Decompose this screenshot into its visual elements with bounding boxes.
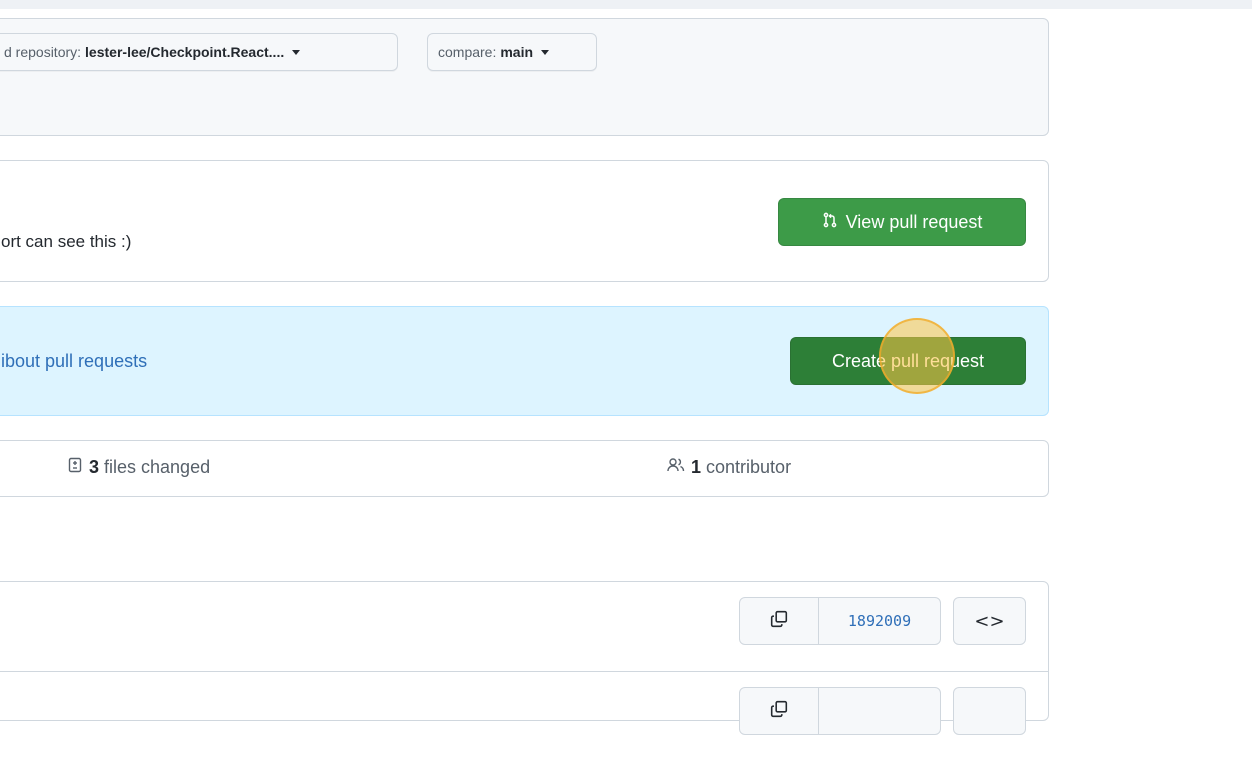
base-repository-value: lester-lee/Checkpoint.React....	[85, 44, 285, 60]
view-pull-request-button[interactable]: View pull request	[778, 198, 1026, 246]
browse-repository-button[interactable]: <>	[953, 597, 1026, 645]
commits-panel: 1892009 <>	[0, 581, 1049, 735]
existing-pr-description: ort can see this :)	[1, 232, 132, 251]
commit-sha-link[interactable]: 1892009	[819, 598, 940, 644]
create-pull-request-button[interactable]: Create pull request	[790, 337, 1026, 385]
files-changed-count: 3	[89, 457, 100, 477]
create-pull-request-label: Create pull request	[831, 350, 985, 371]
commit-row: 1892009 <>	[0, 582, 1048, 672]
copy-sha-button[interactable]	[740, 688, 819, 734]
range-editor-panel: d repository: lester-lee/Checkpoint.Reac…	[0, 18, 1049, 136]
commit-actions-group: 1892009	[739, 597, 941, 645]
compare-value: main	[500, 44, 534, 60]
files-changed-label: files changed	[104, 457, 211, 477]
contributors-count: 1	[691, 457, 702, 477]
create-pull-request-panel: ibout pull requests Create pull request	[0, 306, 1049, 416]
compare-prefix: compare:	[438, 44, 497, 60]
commit-sha-link[interactable]	[819, 688, 940, 734]
caret-down-icon	[292, 49, 301, 55]
copy-icon	[770, 610, 788, 633]
diff-summary-panel: 3 files changed 1 contributor	[0, 440, 1049, 497]
git-pull-request-icon	[822, 212, 838, 233]
commit-row	[0, 672, 1048, 762]
commit-actions-group	[739, 687, 941, 735]
contributors-label: contributor	[706, 457, 792, 477]
browse-repository-button[interactable]	[953, 687, 1026, 735]
file-diff-icon	[67, 457, 83, 478]
base-repository-prefix: d repository:	[4, 44, 82, 60]
contributors-summary[interactable]: 1 contributor	[667, 457, 791, 478]
base-repository-select[interactable]: d repository: lester-lee/Checkpoint.Reac…	[0, 33, 398, 71]
existing-pull-request-panel: ort can see this :) View pull request	[0, 160, 1049, 282]
top-strip	[0, 0, 1252, 9]
people-icon	[667, 457, 685, 478]
copy-sha-button[interactable]	[740, 598, 819, 644]
copy-icon	[770, 700, 788, 723]
view-pull-request-label: View pull request	[845, 211, 983, 232]
caret-down-icon	[541, 49, 550, 55]
about-pull-requests-link[interactable]: ibout pull requests	[1, 351, 147, 372]
files-changed-summary[interactable]: 3 files changed	[67, 457, 210, 478]
compare-branch-select[interactable]: compare: main	[427, 33, 597, 71]
